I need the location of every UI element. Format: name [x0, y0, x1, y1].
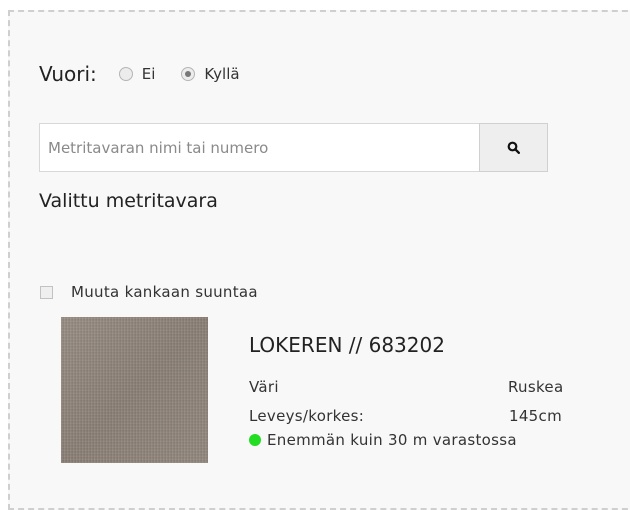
- fabric-search-input[interactable]: [39, 123, 479, 172]
- lining-radio-yes[interactable]: [181, 67, 196, 81]
- search-icon: [507, 141, 520, 154]
- lining-label: Vuori:: [39, 62, 97, 86]
- color-value: Ruskea: [508, 378, 564, 396]
- stock-text: Enemmän kuin 30 m varastossa: [267, 431, 517, 449]
- lining-option-no-label[interactable]: Ei: [142, 65, 156, 83]
- color-label: Väri: [249, 378, 279, 396]
- lining-option-yes-label[interactable]: Kyllä: [204, 65, 239, 83]
- lining-radio-no[interactable]: [118, 67, 133, 81]
- lining-options: Vuori: Ei Kyllä: [39, 60, 266, 88]
- width-label: Leveys/korkes:: [249, 407, 365, 425]
- stock-status: Enemmän kuin 30 m varastossa: [249, 431, 517, 449]
- stock-indicator-icon: [249, 434, 261, 446]
- fabric-swatch-image: [61, 317, 208, 463]
- selected-fabric-heading: Valittu metritavara: [39, 190, 218, 212]
- radio-selected-dot: [185, 71, 192, 77]
- fabric-direction-checkbox[interactable]: [40, 285, 53, 299]
- width-value: 145cm: [509, 407, 562, 425]
- fabric-direction-option: Muuta kankaan suuntaa: [40, 283, 258, 301]
- search-button[interactable]: [479, 123, 548, 172]
- fabric-search: [39, 123, 548, 172]
- product-title: LOKEREN // 683202: [249, 333, 445, 357]
- fabric-direction-label[interactable]: Muuta kankaan suuntaa: [71, 283, 258, 301]
